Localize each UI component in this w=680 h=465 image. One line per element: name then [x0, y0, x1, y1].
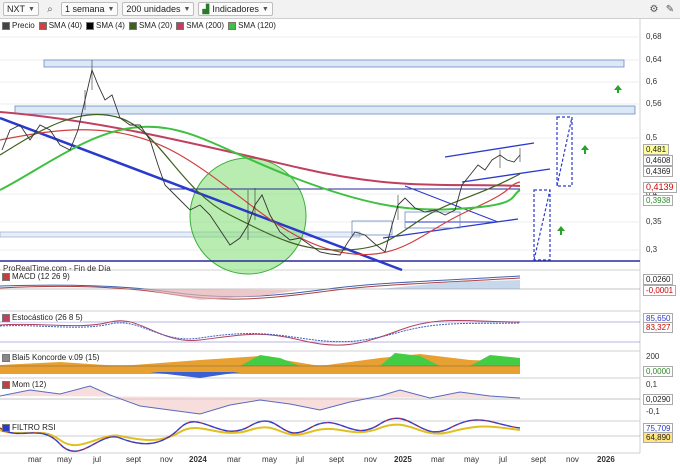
price-chart[interactable]: [0, 19, 680, 465]
x-axis-label: 2024: [189, 455, 207, 464]
pane-title: Estocástico (26 8 5): [12, 313, 83, 322]
filtro-rsi-lines: [0, 417, 640, 452]
x-axis-label: sept: [531, 455, 547, 464]
x-axis-label: 2025: [394, 455, 412, 464]
indicators-icon: ▟: [202, 3, 210, 14]
chart-toolbar: NXT ▼ ⌕ 1 semana ▼ 200 unidades ▼ ▟ Indicado…: [0, 0, 680, 19]
indicators-label: Indicadores: [212, 4, 259, 14]
channel-line: [461, 168, 551, 183]
channel-line: [444, 142, 535, 158]
draw-tools-icon[interactable]: ✎: [663, 2, 677, 16]
x-axis-label: may: [262, 455, 278, 464]
y-axis-label: 0,6: [646, 77, 658, 86]
mom-scale-label: 0,1: [646, 380, 658, 389]
symbol-label: NXT: [7, 4, 25, 14]
y-axis-label: 0,35: [646, 217, 662, 226]
pane-label-filtro-rsi[interactable]: FILTRO RSI: [2, 423, 56, 432]
pattern-box: [404, 211, 461, 229]
chevron-down-icon: ▼: [28, 5, 35, 13]
pane-title: FILTRO RSI: [12, 423, 56, 432]
indicators-button[interactable]: ▟ Indicadores ▼: [198, 2, 273, 16]
symbol-selector[interactable]: NXT ▼: [3, 2, 39, 16]
macd-histogram: [0, 275, 640, 300]
pane-toggle-icon: [2, 380, 10, 389]
x-axis-label: may: [464, 455, 480, 464]
chevron-down-icon: ▼: [107, 5, 115, 13]
x-axis-label: nov: [160, 455, 173, 464]
sma-value-tag: 0,4608: [643, 155, 674, 166]
x-axis-label: may: [57, 455, 73, 464]
period-selector[interactable]: 1 semana ▼: [60, 2, 119, 16]
y-axis-label: 0,64: [646, 55, 662, 64]
x-axis-label: jul: [296, 455, 305, 464]
momentum-lines: [0, 385, 640, 415]
mom-value-tag: 0,0290: [643, 394, 674, 405]
pane-title: Blai5 Koncorde v.09 (15): [12, 353, 100, 362]
sma-value-tag: 0,3938: [643, 195, 674, 206]
sma-value-tag: 0,4369: [643, 166, 674, 177]
mom-scale-label: -0,1: [646, 407, 660, 416]
pane-toggle-icon: [2, 353, 10, 362]
sma-value-tag: 0,4139: [643, 182, 677, 193]
units-label: 200 unidades: [126, 4, 181, 14]
x-axis-label: mar: [28, 455, 42, 464]
pane-toggle-icon: [2, 423, 10, 432]
search-icon[interactable]: ⌕: [43, 2, 57, 16]
units-selector[interactable]: 200 unidades ▼: [122, 2, 195, 16]
x-axis-label: mar: [431, 455, 445, 464]
koncorde-scale-label: 200: [646, 352, 660, 361]
x-axis-label: sept: [126, 455, 142, 464]
filtro-value-tag: 64,890: [643, 432, 674, 443]
chevron-down-icon: ▼: [261, 5, 269, 13]
pane-title: Mom (12): [12, 380, 47, 389]
pane-label-macd[interactable]: MACD (12 26 9): [2, 272, 70, 281]
y-axis-label: 0,3: [646, 245, 658, 254]
x-axis-label: jul: [499, 455, 508, 464]
x-axis-label: nov: [566, 455, 579, 464]
period-label: 1 semana: [64, 4, 105, 14]
pane-title: MACD (12 26 9): [12, 272, 70, 281]
x-axis-label: mar: [227, 455, 241, 464]
resistance-zone: [14, 105, 636, 115]
resistance-zone: [43, 59, 625, 68]
koncorde-value-tag: 0,0000: [643, 366, 674, 377]
x-axis-label: jul: [93, 455, 102, 464]
macd-value-tag: -0,0001: [643, 285, 677, 296]
macd-value-tag: 0,0260: [643, 274, 674, 285]
pane-label-stochastic[interactable]: Estocástico (26 8 5): [2, 313, 83, 322]
stochastic-lines: [0, 319, 640, 346]
last-price-tag: 0,481: [643, 144, 670, 155]
settings-icon[interactable]: ⚙: [647, 2, 661, 16]
y-axis-label: 0,5: [646, 133, 658, 142]
stoch-value-tag: 83,327: [643, 322, 674, 333]
pane-label-koncorde[interactable]: Blai5 Koncorde v.09 (15): [2, 353, 100, 362]
y-axis-label: 0,56: [646, 99, 662, 108]
pane-toggle-icon: [2, 272, 10, 281]
x-axis-label: 2026: [597, 455, 615, 464]
x-axis-label: sept: [329, 455, 345, 464]
chevron-down-icon: ▼: [183, 5, 191, 13]
x-axis-label: nov: [364, 455, 377, 464]
y-axis-label: 0,68: [646, 32, 662, 41]
pane-toggle-icon: [2, 313, 10, 322]
pane-label-momentum[interactable]: Mom (12): [2, 380, 47, 389]
